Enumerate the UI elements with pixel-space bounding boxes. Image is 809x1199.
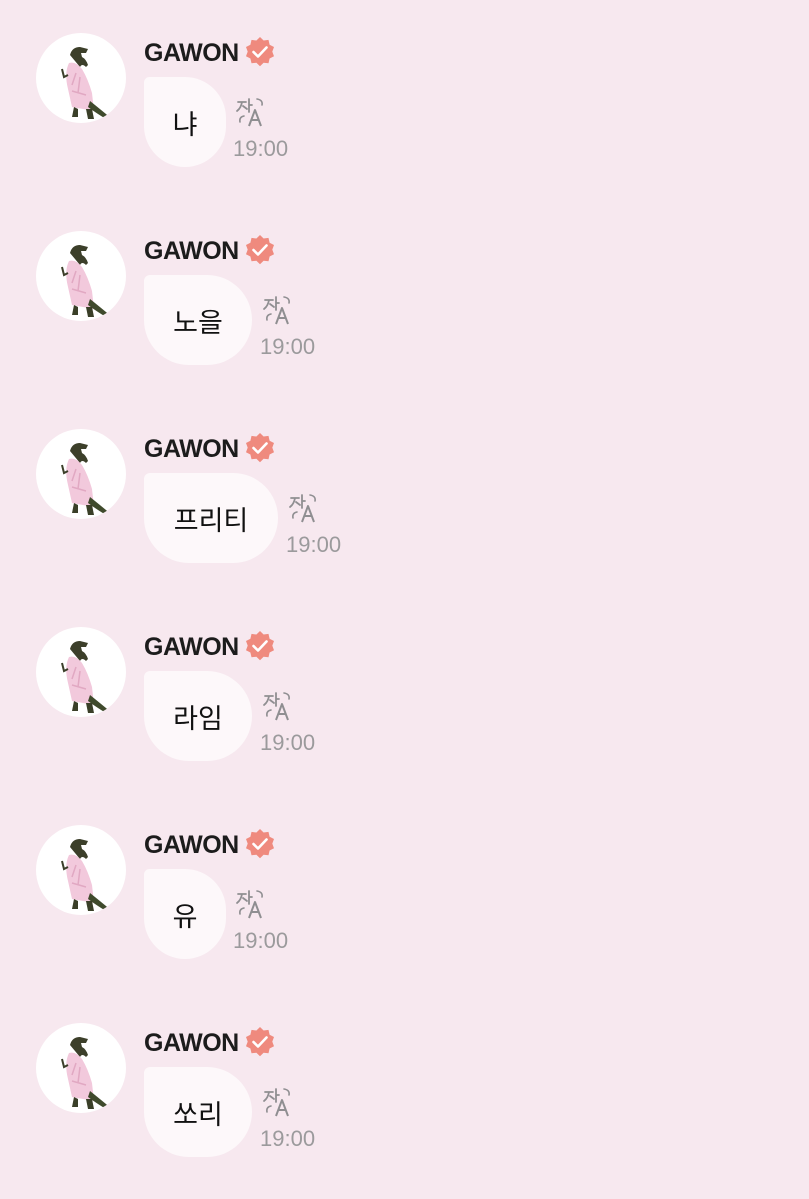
translate-icon[interactable] <box>235 96 267 128</box>
sender-row: GAWON <box>144 630 277 664</box>
translate-icon[interactable] <box>288 492 320 524</box>
sender-name[interactable]: GAWON <box>144 633 239 662</box>
translate-icon[interactable] <box>262 1086 294 1118</box>
avatar[interactable] <box>36 429 126 519</box>
avatar[interactable] <box>36 825 126 915</box>
verified-badge-icon <box>243 828 277 862</box>
message-bubble[interactable]: 쏘리 <box>144 1067 252 1157</box>
sender-name[interactable]: GAWON <box>144 237 239 266</box>
sender-row: GAWON <box>144 1026 277 1060</box>
verified-badge-icon <box>243 234 277 268</box>
message-meta: 19:00 <box>233 888 303 960</box>
chat-message: GAWON 노을 19:00 <box>0 198 809 365</box>
chat-message-list: GAWON 냐 19:00 GAWON 노을 19:00 GAWON 프리티 1… <box>0 0 809 1199</box>
chat-message: GAWON 쏘리 19:00 <box>0 990 809 1157</box>
translate-icon[interactable] <box>262 690 294 722</box>
sender-row: GAWON <box>144 432 277 466</box>
sender-name[interactable]: GAWON <box>144 831 239 860</box>
verified-badge-icon <box>243 630 277 664</box>
message-timestamp: 19:00 <box>260 1126 316 1151</box>
dinosaur-avatar-icon <box>61 245 112 317</box>
message-timestamp: 19:00 <box>286 532 342 557</box>
verified-badge-icon <box>243 1026 277 1060</box>
avatar[interactable] <box>36 1023 126 1113</box>
dinosaur-avatar-icon <box>61 1037 112 1109</box>
dinosaur-avatar-icon <box>61 443 112 515</box>
message-bubble[interactable]: 유 <box>144 869 226 959</box>
message-text: 프리티 <box>173 505 249 537</box>
message-text: 노을 <box>173 307 223 339</box>
verified-badge-icon <box>243 432 277 466</box>
dinosaur-avatar-icon <box>61 839 112 911</box>
sender-name[interactable]: GAWON <box>144 39 239 68</box>
chat-message: GAWON 라임 19:00 <box>0 594 809 761</box>
sender-name[interactable]: GAWON <box>144 435 239 464</box>
message-bubble[interactable]: 냐 <box>144 77 226 167</box>
translate-icon[interactable] <box>235 888 267 920</box>
message-timestamp: 19:00 <box>260 334 316 359</box>
message-timestamp: 19:00 <box>260 730 316 755</box>
sender-row: GAWON <box>144 36 277 70</box>
avatar[interactable] <box>36 627 126 717</box>
message-meta: 19:00 <box>260 294 330 366</box>
dinosaur-avatar-icon <box>61 47 112 119</box>
message-text: 쏘리 <box>173 1099 223 1131</box>
sender-row: GAWON <box>144 234 277 268</box>
message-meta: 19:00 <box>260 690 330 762</box>
message-text: 냐 <box>172 109 198 141</box>
verified-badge-icon <box>243 36 277 70</box>
message-meta: 19:00 <box>260 1086 330 1158</box>
translate-icon[interactable] <box>262 294 294 326</box>
sender-row: GAWON <box>144 828 277 862</box>
message-bubble[interactable]: 프리티 <box>144 473 278 563</box>
message-bubble[interactable]: 라임 <box>144 671 252 761</box>
message-timestamp: 19:00 <box>233 928 289 953</box>
message-meta: 19:00 <box>233 96 303 168</box>
chat-message: GAWON 냐 19:00 <box>0 0 809 167</box>
message-meta: 19:00 <box>286 492 356 564</box>
avatar[interactable] <box>36 231 126 321</box>
chat-message: GAWON 프리티 19:00 <box>0 396 809 563</box>
avatar[interactable] <box>36 33 126 123</box>
dinosaur-avatar-icon <box>61 641 112 713</box>
message-timestamp: 19:00 <box>233 136 289 161</box>
message-text: 라임 <box>173 703 223 735</box>
sender-name[interactable]: GAWON <box>144 1029 239 1058</box>
message-text: 유 <box>172 901 198 933</box>
message-bubble[interactable]: 노을 <box>144 275 252 365</box>
chat-message: GAWON 유 19:00 <box>0 792 809 959</box>
